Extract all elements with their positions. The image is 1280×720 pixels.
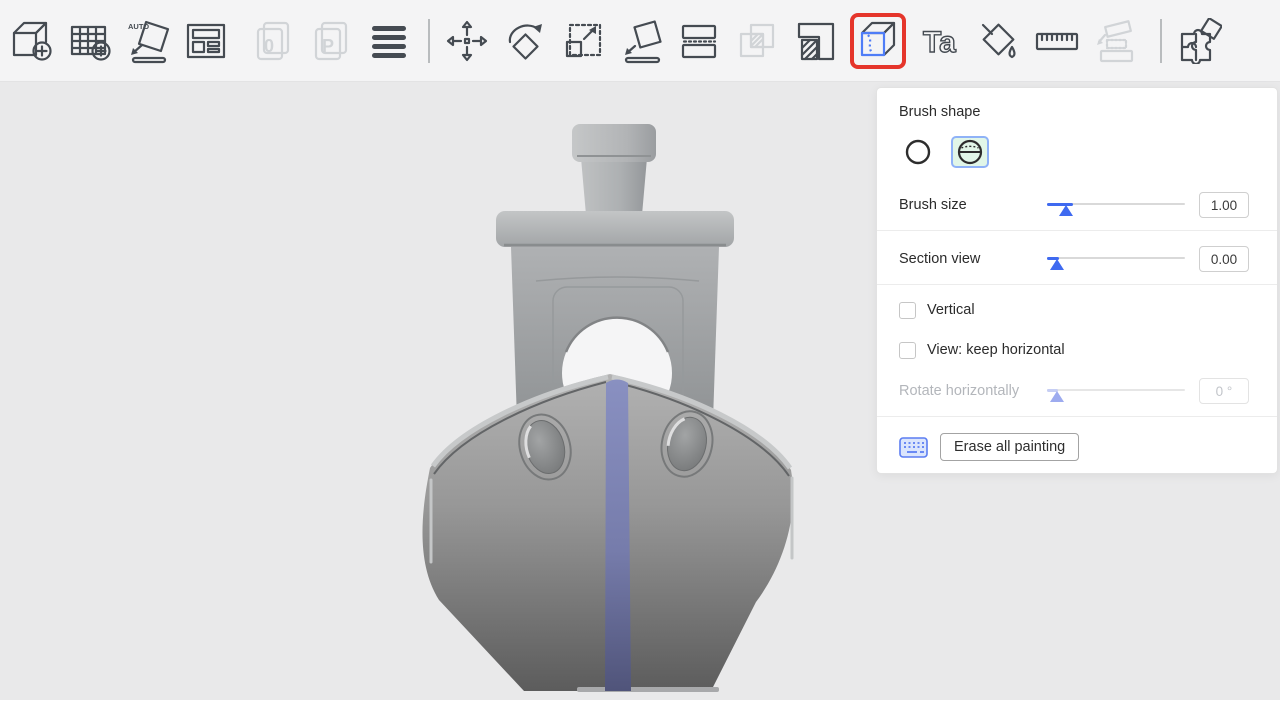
seam-painting-panel: Brush shape Brush size — [876, 87, 1278, 474]
section-view-slider[interactable] — [1047, 250, 1185, 268]
toolbar-separator — [1160, 19, 1162, 63]
toolbar-separator — [428, 19, 430, 63]
cabin-roof — [496, 211, 734, 247]
shortcut-keyboard-button[interactable] — [899, 437, 928, 458]
auto-orient-icon[interactable]: AUTO — [125, 18, 171, 64]
vertical-checkbox[interactable] — [899, 302, 916, 319]
keep-horizontal-label: View: keep horizontal — [927, 342, 1065, 358]
keep-horizontal-checkbox[interactable] — [899, 342, 916, 359]
text-tool-label: Ta — [923, 26, 956, 59]
rotate-horizontally-slider-thumb — [1050, 391, 1064, 402]
move-icon[interactable] — [444, 18, 490, 64]
vertical-checkbox-row[interactable]: Vertical — [899, 300, 1249, 320]
doc-zero-icon: 0 — [250, 18, 296, 64]
brush-shape-options — [899, 136, 1249, 168]
text-tool-icon[interactable]: Ta — [918, 18, 964, 64]
section-view-slider-thumb[interactable] — [1050, 259, 1064, 270]
subtract-icon[interactable] — [792, 18, 838, 64]
panel-divider — [877, 230, 1277, 231]
rotate-icon[interactable] — [502, 18, 548, 64]
rotate-horizontally-row: Rotate horizontally — [899, 378, 1249, 404]
measure-icon[interactable] — [1034, 18, 1080, 64]
arrange-icon[interactable] — [183, 18, 229, 64]
color-painting-icon[interactable] — [976, 18, 1022, 64]
cut-icon[interactable] — [676, 18, 722, 64]
active-tool-highlight — [850, 13, 906, 69]
split-objects-puzzle-icon[interactable] — [1176, 18, 1222, 64]
add-object-icon[interactable] — [9, 18, 55, 64]
brush-shape-circle-button[interactable] — [899, 136, 937, 168]
brush-size-slider[interactable] — [1047, 196, 1185, 214]
brush-shape-label: Brush shape — [899, 104, 1249, 120]
brush-shape-sphere-button[interactable] — [951, 136, 989, 168]
doc-p-icon: P — [308, 18, 354, 64]
section-view-row: Section view — [899, 246, 1249, 272]
main-toolbar: AUTO 0 — [0, 0, 1280, 82]
app-window: AUTO 0 — [0, 0, 1280, 720]
brush-size-input[interactable] — [1199, 192, 1249, 218]
chimney-body — [581, 158, 647, 215]
doc-zero-label: 0 — [264, 36, 274, 56]
rotate-horizontally-label: Rotate horizontally — [899, 383, 1047, 399]
assembly-icon — [1092, 18, 1138, 64]
benchy-model — [405, 110, 815, 710]
rotate-horizontally-input — [1199, 378, 1249, 404]
circle-brush-icon — [905, 139, 931, 165]
keep-horizontal-checkbox-row[interactable]: View: keep horizontal — [899, 340, 1249, 360]
brush-size-slider-thumb[interactable] — [1059, 205, 1073, 216]
panel-divider — [877, 416, 1277, 417]
seam-paint-stripe — [605, 380, 631, 692]
keyboard-icon — [899, 437, 928, 458]
section-view-label: Section view — [899, 251, 1047, 267]
rotate-horizontally-slider — [1047, 382, 1185, 400]
panel-divider — [877, 284, 1277, 285]
brush-size-row: Brush size — [899, 192, 1249, 218]
section-view-input[interactable] — [1199, 246, 1249, 272]
erase-all-painting-button[interactable]: Erase all painting — [940, 433, 1079, 461]
doc-p-label: P — [322, 36, 334, 56]
erase-row: Erase all painting — [899, 432, 1249, 462]
object-list-icon[interactable] — [366, 18, 412, 64]
vertical-label: Vertical — [927, 302, 975, 318]
brush-size-label: Brush size — [899, 197, 1047, 213]
intersect-icon — [734, 18, 780, 64]
seam-painting-icon[interactable] — [855, 18, 901, 64]
sphere-brush-icon — [957, 139, 983, 165]
add-plate-icon[interactable] — [67, 18, 113, 64]
scale-icon[interactable] — [560, 18, 606, 64]
lay-on-face-icon[interactable] — [618, 18, 664, 64]
